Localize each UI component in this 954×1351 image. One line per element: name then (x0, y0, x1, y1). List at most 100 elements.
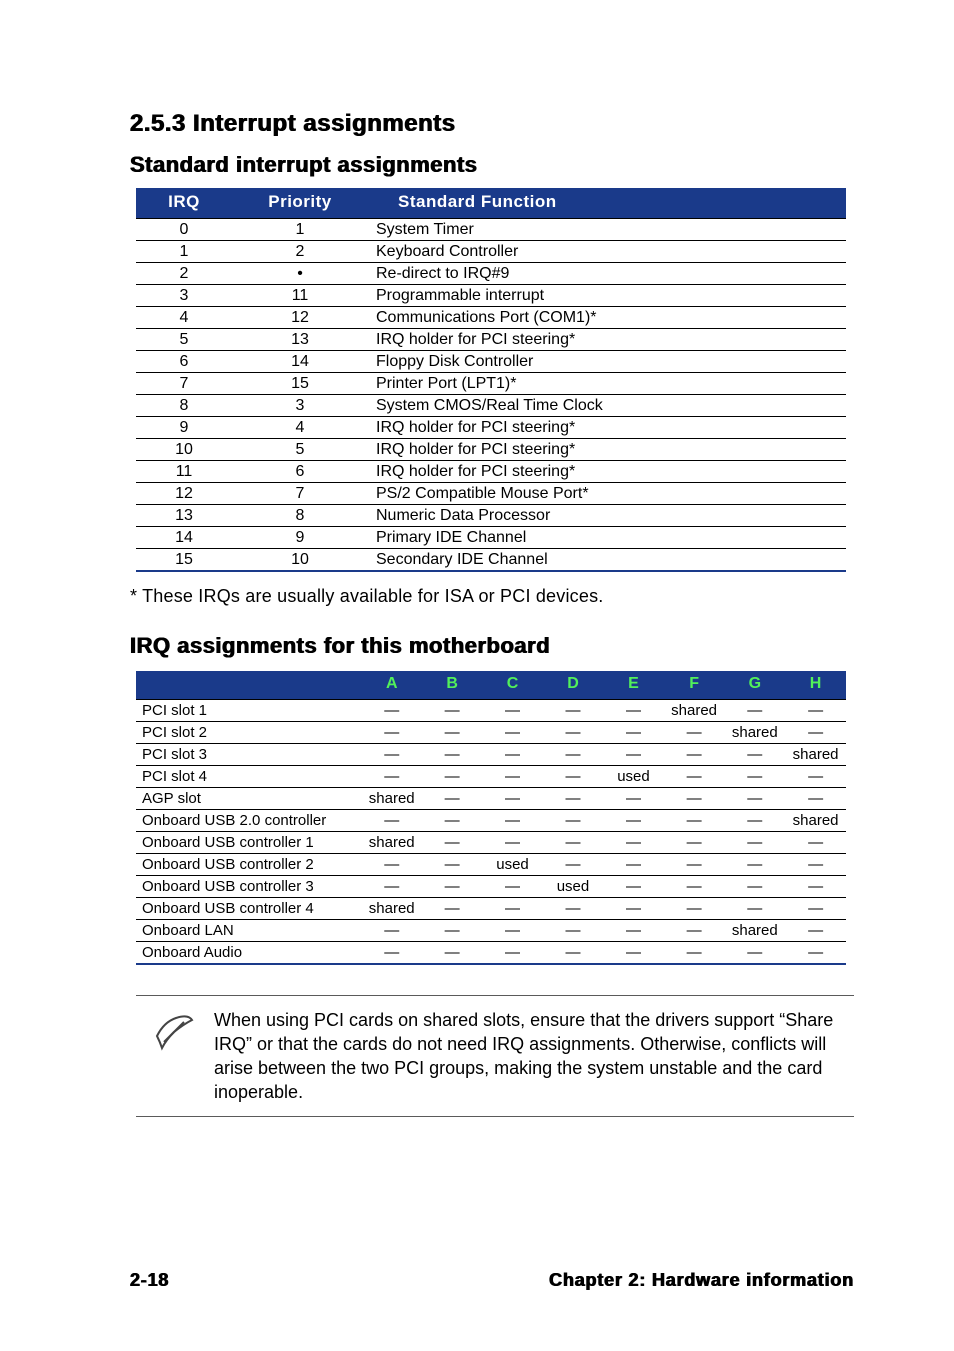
table-row: 127PS/2 Compatible Mouse Port* (136, 483, 846, 505)
cell-value: — (482, 832, 542, 854)
cell-value: used (482, 854, 542, 876)
cell-value: shared (361, 898, 422, 920)
cell-priority: • (232, 263, 368, 285)
table-row: 138Numeric Data Processor (136, 505, 846, 527)
cell-value: — (664, 744, 725, 766)
cell-value: — (482, 920, 542, 942)
table-row: PCI slot 1—————shared—— (136, 700, 846, 722)
table-row: Onboard LAN——————shared— (136, 920, 846, 942)
table-row: 01System Timer (136, 219, 846, 241)
page-number: 2-18 (130, 1270, 169, 1291)
cell-irq: 5 (136, 329, 232, 351)
cell-irq: 12 (136, 483, 232, 505)
cell-irq: 3 (136, 285, 232, 307)
table-row: 513IRQ holder for PCI steering* (136, 329, 846, 351)
table-row: Onboard USB controller 1shared——————— (136, 832, 846, 854)
cell-value: — (482, 810, 542, 832)
cell-value: — (724, 942, 785, 964)
cell-priority: 12 (232, 307, 368, 329)
cell-value: — (724, 832, 785, 854)
cell-value: — (785, 832, 846, 854)
cell-value: — (603, 722, 663, 744)
cell-function: IRQ holder for PCI steering* (368, 329, 846, 351)
cell-value: — (543, 942, 603, 964)
cell-value: — (603, 920, 663, 942)
cell-value: — (724, 898, 785, 920)
cell-function: Keyboard Controller (368, 241, 846, 263)
t1-header-priority: Priority (232, 188, 368, 219)
cell-value: — (724, 766, 785, 788)
table-row: Onboard USB 2.0 controller———————shared (136, 810, 846, 832)
cell-label: Onboard USB controller 3 (136, 876, 361, 898)
cell-irq: 8 (136, 395, 232, 417)
cell-value: shared (785, 744, 846, 766)
cell-value: — (422, 788, 482, 810)
cell-value: — (785, 700, 846, 722)
cell-value: — (482, 788, 542, 810)
cell-value: — (543, 766, 603, 788)
cell-value: — (664, 920, 725, 942)
table-row: 2•Re-direct to IRQ#9 (136, 263, 846, 285)
cell-value: — (543, 722, 603, 744)
table-irq-motherboard: ABCDEFGH PCI slot 1—————shared——PCI slot… (136, 671, 846, 965)
cell-value: shared (724, 722, 785, 744)
cell-function: Numeric Data Processor (368, 505, 846, 527)
cell-priority: 10 (232, 549, 368, 571)
chapter-title: Chapter 2: Hardware information (549, 1270, 854, 1291)
cell-value: — (361, 700, 422, 722)
cell-function: Floppy Disk Controller (368, 351, 846, 373)
cell-value: — (422, 810, 482, 832)
table-standard-irq: IRQ Priority Standard Function 01System … (136, 188, 846, 572)
cell-value: — (422, 832, 482, 854)
t1-header-function: Standard Function (368, 188, 846, 219)
cell-value: — (361, 942, 422, 964)
cell-value: — (724, 788, 785, 810)
cell-value: — (543, 898, 603, 920)
cell-function: Printer Port (LPT1)* (368, 373, 846, 395)
table-row: PCI slot 2——————shared— (136, 722, 846, 744)
cell-value: — (482, 898, 542, 920)
cell-label: PCI slot 3 (136, 744, 361, 766)
cell-value: — (724, 876, 785, 898)
t1-header-irq: IRQ (136, 188, 232, 219)
cell-value: — (724, 810, 785, 832)
cell-value: — (482, 722, 542, 744)
table-row: 1510Secondary IDE Channel (136, 549, 846, 571)
table-row: 412Communications Port (COM1)* (136, 307, 846, 329)
table-row: 12Keyboard Controller (136, 241, 846, 263)
table-row: PCI slot 4————used——— (136, 766, 846, 788)
cell-value: — (785, 876, 846, 898)
cell-value: — (603, 744, 663, 766)
cell-priority: 15 (232, 373, 368, 395)
cell-value: — (361, 744, 422, 766)
cell-value: used (603, 766, 663, 788)
cell-value: — (543, 788, 603, 810)
cell-value: — (603, 788, 663, 810)
cell-value: — (664, 722, 725, 744)
table-row: 614Floppy Disk Controller (136, 351, 846, 373)
cell-function: Communications Port (COM1)* (368, 307, 846, 329)
cell-value: shared (361, 832, 422, 854)
cell-irq: 11 (136, 461, 232, 483)
pencil-note-icon (136, 1008, 214, 1054)
cell-value: — (361, 810, 422, 832)
cell-value: — (422, 942, 482, 964)
cell-value: — (543, 810, 603, 832)
table-row: 311Programmable interrupt (136, 285, 846, 307)
cell-priority: 11 (232, 285, 368, 307)
cell-value: shared (785, 810, 846, 832)
table-row: 83System CMOS/Real Time Clock (136, 395, 846, 417)
cell-label: Onboard Audio (136, 942, 361, 964)
cell-value: shared (724, 920, 785, 942)
t2-header-g: G (724, 671, 785, 700)
t2-header-b: B (422, 671, 482, 700)
cell-value: — (603, 810, 663, 832)
cell-value: used (543, 876, 603, 898)
cell-value: — (603, 876, 663, 898)
cell-value: — (422, 898, 482, 920)
cell-value: — (603, 942, 663, 964)
cell-value: — (482, 766, 542, 788)
cell-irq: 13 (136, 505, 232, 527)
sub-heading-2: IRQ assignments for this motherboard (130, 633, 854, 659)
cell-priority: 7 (232, 483, 368, 505)
